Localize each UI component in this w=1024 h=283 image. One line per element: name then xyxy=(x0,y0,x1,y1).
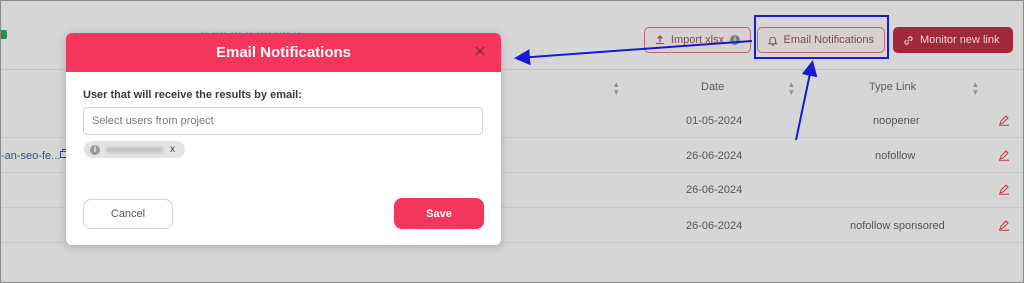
modal-header: Email Notifications xyxy=(66,33,501,72)
modal-title: Email Notifications xyxy=(215,44,352,61)
info-icon: i xyxy=(730,35,740,45)
row-2-date: 26-06-2024 xyxy=(686,150,743,162)
upload-icon xyxy=(655,35,664,45)
edit-icon[interactable] xyxy=(998,183,1010,195)
status-indicator xyxy=(1,30,7,39)
monitor-new-link-label: Monitor new link xyxy=(920,34,1000,46)
monitor-new-link-button[interactable]: Monitor new link xyxy=(893,27,1013,53)
row-1-type-link: noopener xyxy=(873,115,920,127)
sort-icon[interactable]: ▴ ▾ xyxy=(614,80,619,97)
edit-icon[interactable] xyxy=(998,114,1010,126)
user-select-input[interactable] xyxy=(83,107,483,135)
save-button[interactable]: Save xyxy=(394,198,484,229)
blurred-user-email xyxy=(106,146,164,153)
sort-icon[interactable]: ▴ ▾ xyxy=(789,80,794,97)
sort-icon[interactable]: ▴ ▾ xyxy=(973,80,978,97)
chip-remove-icon[interactable]: x xyxy=(170,144,175,155)
email-notifications-modal: Email Notifications User that will recei… xyxy=(66,33,501,245)
field-label: User that will receive the results by em… xyxy=(83,89,302,101)
import-xlsx-label: Import xlsx xyxy=(670,34,725,46)
annotation-highlight-box xyxy=(754,15,889,59)
info-icon: i xyxy=(90,144,100,155)
import-xlsx-button[interactable]: Import xlsx i xyxy=(644,27,751,53)
column-header-type-link[interactable]: Type Link xyxy=(869,81,916,93)
edit-icon[interactable] xyxy=(998,219,1010,231)
row-2-url[interactable]: -an-seo-fe... xyxy=(1,150,60,162)
close-icon[interactable] xyxy=(473,44,487,58)
column-header-date[interactable]: Date xyxy=(701,81,724,93)
link-icon xyxy=(904,35,913,45)
row-1-date: 01-05-2024 xyxy=(686,115,743,127)
cancel-button[interactable]: Cancel xyxy=(83,199,173,229)
row-4-type-link: nofollow sponsored xyxy=(850,220,945,232)
edit-icon[interactable] xyxy=(998,149,1010,161)
row-3-date: 26-06-2024 xyxy=(686,184,743,196)
selected-user-chip: i x xyxy=(84,141,185,158)
row-4-date: 26-06-2024 xyxy=(686,220,743,232)
row-2-type-link: nofollow xyxy=(875,150,916,162)
